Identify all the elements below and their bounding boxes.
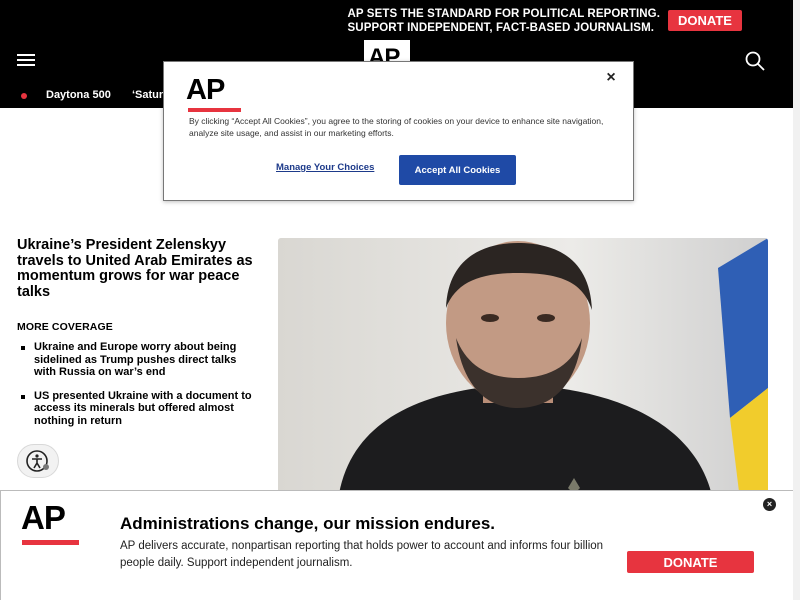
banner-body: AP delivers accurate, nonpartisan report… (120, 540, 604, 569)
logo-red-bar (188, 108, 241, 112)
article-headline[interactable]: Ukraine’s President Zelenskyy travels to… (17, 237, 257, 300)
more-coverage-heading: MORE COVERAGE (17, 321, 113, 333)
cookie-close-icon[interactable]: × (604, 70, 618, 86)
promo-line-2: SUPPORT INDEPENDENT, FACT-BASED JOURNALI… (347, 22, 655, 34)
banner-title: Administrations change, our mission endu… (120, 514, 496, 533)
banner-donate-button[interactable]: DONATE (627, 551, 754, 573)
trending-item-daytona[interactable]: Daytona 500 (46, 89, 111, 101)
promo-text: AP SETS THE STANDARD FOR POLITICAL REPOR… (348, 7, 660, 35)
banner-logo-red-bar (22, 540, 79, 545)
hamburger-icon[interactable] (17, 54, 35, 66)
donation-banner: AP Administrations change, our mission e… (0, 490, 800, 600)
promo-line-1: AP SETS THE STANDARD FOR POLITICAL REPOR… (347, 8, 660, 20)
accept-all-cookies-button[interactable]: Accept All Cookies (399, 155, 516, 185)
accessibility-icon (26, 450, 49, 472)
banner-ap-logo: AP (21, 499, 81, 547)
header-donate-button[interactable]: DONATE (668, 10, 742, 31)
page: AP SETS THE STANDARD FOR POLITICAL REPOR… (0, 0, 800, 600)
live-dot-icon (21, 93, 27, 99)
search-icon[interactable] (744, 50, 766, 72)
accessibility-button[interactable] (17, 444, 59, 478)
banner-close-icon[interactable]: × (763, 498, 776, 511)
trending-item-saturday[interactable]: ‘Satur (132, 89, 163, 101)
cookie-consent-dialog: AP × By clicking “Accept All Cookies”, y… (163, 61, 634, 201)
coverage-list: Ukraine and Europe worry about being sid… (17, 341, 257, 438)
banner-ap-logo-text: AP (21, 499, 66, 536)
hero-photo[interactable] (278, 238, 768, 500)
cookie-ap-logo-text: AP (186, 74, 225, 106)
cookie-consent-text: By clicking “Accept All Cookies”, you ag… (189, 116, 604, 138)
coverage-item[interactable]: US presented Ukraine with a document to … (17, 390, 257, 428)
scrollbar[interactable] (793, 0, 800, 600)
hero-photo-illustration (278, 238, 768, 500)
coverage-item[interactable]: Ukraine and Europe worry about being sid… (17, 341, 257, 379)
cookie-ap-logo: AP (186, 74, 241, 114)
manage-choices-link[interactable]: Manage Your Choices (276, 162, 374, 173)
